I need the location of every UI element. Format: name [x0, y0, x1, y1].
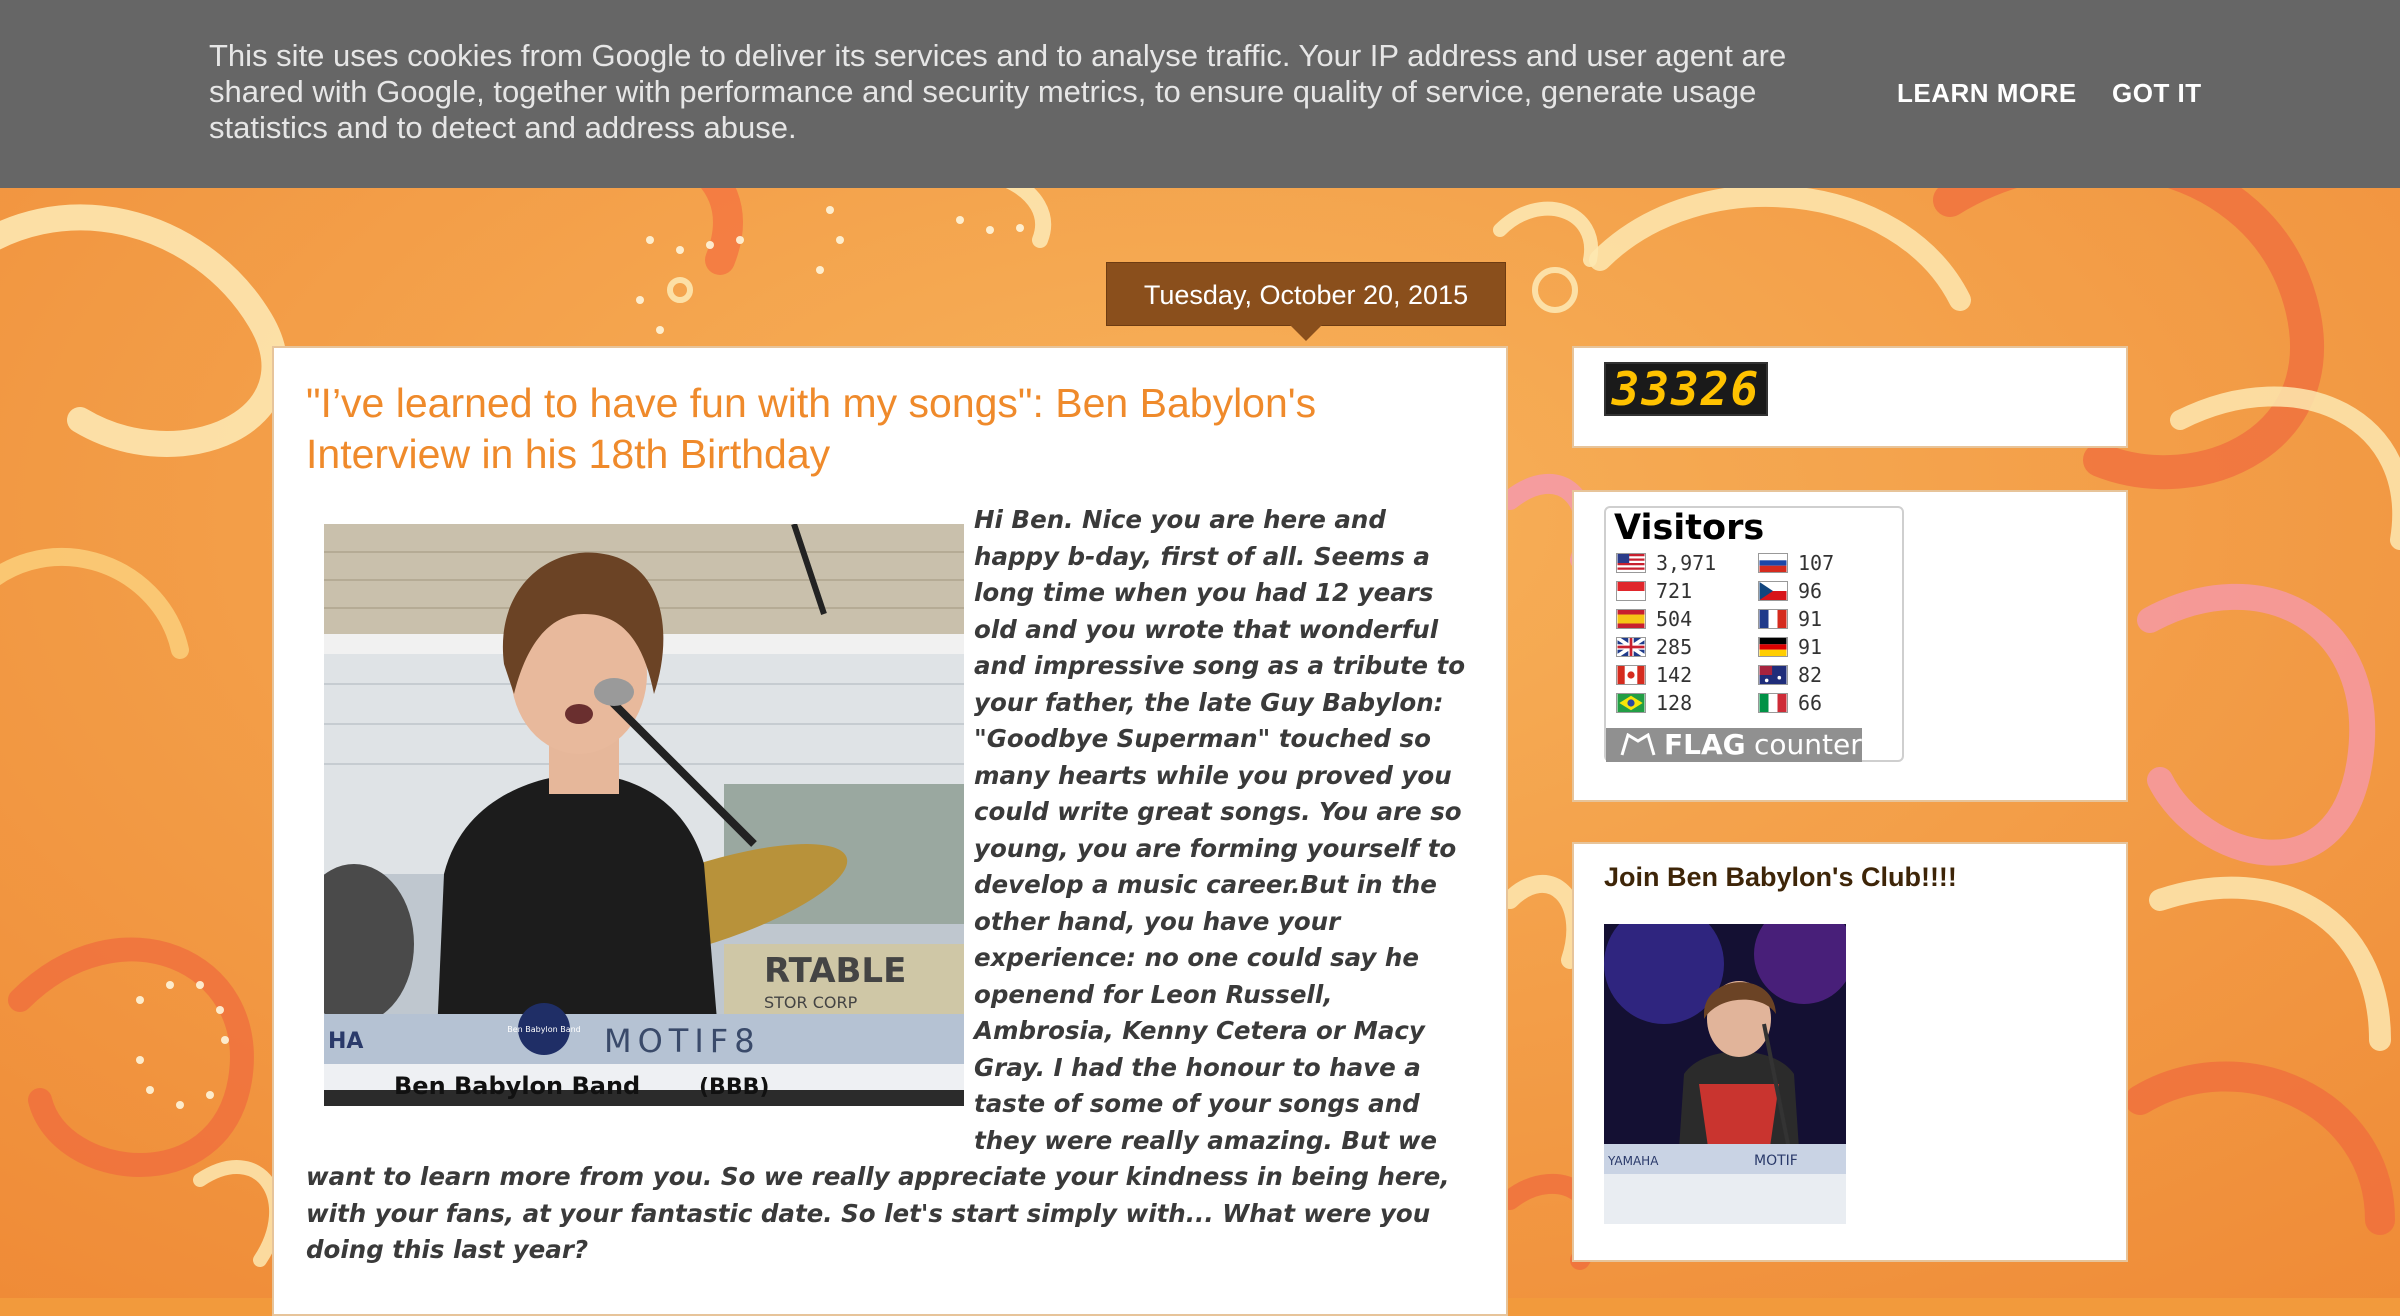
club-widget: Join Ben Babylon's Club!!!! YAMAHA MOTIF — [1572, 842, 2128, 1262]
flag-row-ca: 142 — [1616, 662, 1692, 688]
es-flag-icon — [1616, 609, 1646, 629]
fr-flag-icon — [1758, 609, 1788, 629]
got-it-button[interactable]: GOT IT — [2112, 78, 2202, 109]
flag-counter-footer-counter: counter — [1754, 728, 1862, 761]
it-flag-icon — [1758, 693, 1788, 713]
cookie-banner: This site uses cookies from Google to de… — [0, 0, 2400, 188]
flag-row-es: 504 — [1616, 606, 1692, 632]
photo-banner-text: Ben Babylon Band — [394, 1072, 640, 1100]
flag-count: 107 — [1798, 551, 1835, 575]
flag-count: 82 — [1798, 663, 1823, 687]
photo-badge-text: Ben Babylon Band — [507, 1025, 581, 1034]
flag-row-br: 128 — [1616, 690, 1692, 716]
club-title: Join Ben Babylon's Club!!!! — [1604, 862, 1957, 892]
ru-flag-icon — [1758, 553, 1788, 573]
flag-count: 142 — [1656, 663, 1693, 687]
flag-count: 285 — [1656, 635, 1693, 659]
au-flag-icon — [1758, 665, 1788, 685]
hit-counter-value: 33326 — [1611, 362, 1761, 416]
gb-flag-icon — [1616, 637, 1646, 657]
flag-count: 91 — [1798, 635, 1823, 659]
hit-counter-widget: 33326 — [1572, 346, 2128, 448]
cookie-message: This site uses cookies from Google to de… — [209, 38, 1787, 145]
flag-count: 91 — [1798, 607, 1823, 631]
flag-counter[interactable]: Visitors 3,971 721 504 285 142 128 107 9… — [1604, 506, 1904, 762]
club-performer-image: YAMAHA MOTIF — [1604, 924, 1846, 1224]
flag-row-gb: 285 — [1616, 634, 1692, 660]
club-photo[interactable]: YAMAHA MOTIF — [1604, 924, 1846, 1224]
flag-row-sg: 721 — [1616, 578, 1692, 604]
learn-more-button[interactable]: LEARN MORE — [1897, 78, 2077, 109]
post-title[interactable]: "I’ve learned to have fun with my songs"… — [306, 378, 1466, 480]
club-photo-keyboard-model: MOTIF — [1754, 1153, 1798, 1169]
post-photo[interactable]: RTABLE STOR CORP MOTIF8 HA Ben Babylon B… — [324, 524, 964, 1106]
br-flag-icon — [1616, 693, 1646, 713]
flag-row-de: 91 — [1758, 634, 1822, 660]
flag-row-au: 82 — [1758, 662, 1822, 688]
sg-flag-icon — [1616, 581, 1646, 601]
post-date-header: Tuesday, October 20, 2015 — [1106, 262, 1506, 326]
flag-row-fr: 91 — [1758, 606, 1822, 632]
flag-count: 66 — [1798, 691, 1823, 715]
de-flag-icon — [1758, 637, 1788, 657]
flag-counter-footer-flag: FLAG — [1664, 728, 1746, 761]
photo-sign-text: RTABLE — [764, 951, 906, 991]
date-header-pointer — [1290, 325, 1322, 341]
us-flag-icon — [1616, 553, 1646, 573]
flag-count: 96 — [1798, 579, 1823, 603]
cz-flag-icon — [1758, 581, 1788, 601]
hit-counter[interactable]: 33326 — [1604, 362, 1768, 416]
flag-row-it: 66 — [1758, 690, 1822, 716]
flag-counter-widget: Visitors 3,971 721 504 285 142 128 107 9… — [1572, 490, 2128, 802]
flag-count: 128 — [1656, 691, 1693, 715]
ca-flag-icon — [1616, 665, 1646, 685]
photo-keyboard-text: MOTIF8 — [604, 1022, 761, 1060]
flag-count: 3,971 — [1656, 551, 1717, 575]
flag-row-ru: 107 — [1758, 550, 1834, 576]
photo-banner-abbrev: (BBB) — [699, 1075, 769, 1100]
club-photo-keyboard-brand: YAMAHA — [1607, 1154, 1659, 1168]
flag-count: 721 — [1656, 579, 1693, 603]
flag-row-cz: 96 — [1758, 578, 1822, 604]
flag-counter-title: Visitors — [1614, 508, 1765, 548]
flag-count: 504 — [1656, 607, 1693, 631]
flag-counter-footer[interactable]: FLAG counter — [1606, 728, 1862, 762]
photo-brand-text: HA — [328, 1029, 363, 1054]
blog-post: "I’ve learned to have fun with my songs"… — [272, 346, 1508, 1316]
photo-sign-sub-text: STOR CORP — [764, 993, 858, 1012]
flag-counter-logo-icon — [1620, 733, 1656, 756]
flag-row-us: 3,971 — [1616, 550, 1716, 576]
performer-photo-image: RTABLE STOR CORP MOTIF8 HA Ben Babylon B… — [324, 524, 964, 1106]
